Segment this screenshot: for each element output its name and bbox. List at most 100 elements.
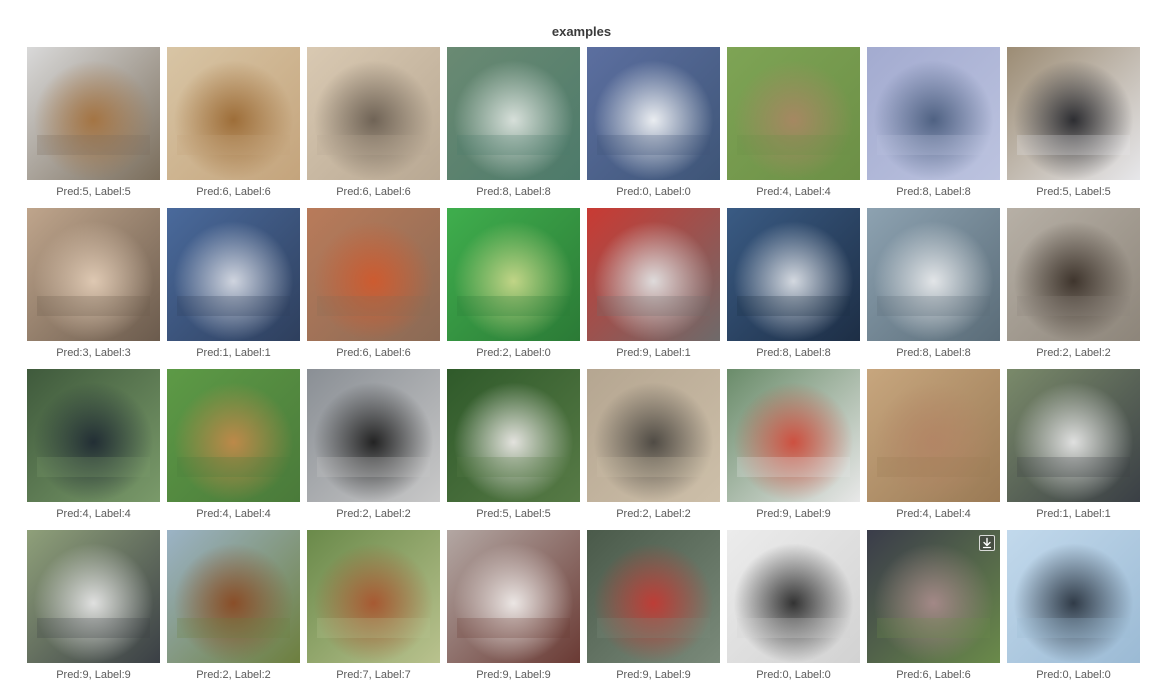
example-image[interactable] bbox=[587, 47, 720, 180]
image-caption: Pred:0, Label:0 bbox=[756, 669, 831, 681]
image-caption: Pred:2, Label:2 bbox=[196, 669, 271, 681]
image-caption: Pred:5, Label:5 bbox=[1036, 186, 1111, 198]
image-cell: Pred:3, Label:3 bbox=[27, 208, 160, 369]
download-icon[interactable] bbox=[979, 535, 995, 551]
example-image[interactable] bbox=[1007, 47, 1140, 180]
image-cell: Pred:7, Label:7 bbox=[307, 530, 440, 691]
example-image[interactable] bbox=[727, 530, 860, 663]
example-image[interactable] bbox=[867, 369, 1000, 502]
example-image[interactable] bbox=[167, 530, 300, 663]
image-grid: Pred:5, Label:5 Pred:6, Label:6 Pred:6, La… bbox=[27, 47, 1140, 691]
image-cell: Pred:6, Label:6 bbox=[867, 530, 1000, 691]
image-caption: Pred:0, Label:0 bbox=[616, 186, 691, 198]
image-caption: Pred:6, Label:6 bbox=[896, 669, 971, 681]
image-cell: Pred:2, Label:2 bbox=[587, 369, 720, 530]
image-cell: Pred:5, Label:5 bbox=[447, 369, 580, 530]
image-caption: Pred:8, Label:8 bbox=[476, 186, 551, 198]
example-image[interactable] bbox=[1007, 530, 1140, 663]
image-caption: Pred:9, Label:9 bbox=[476, 669, 551, 681]
image-caption: Pred:4, Label:4 bbox=[756, 186, 831, 198]
image-caption: Pred:1, Label:1 bbox=[1036, 508, 1111, 520]
example-image[interactable] bbox=[167, 369, 300, 502]
image-caption: Pred:9, Label:9 bbox=[756, 508, 831, 520]
panel-title: examples bbox=[551, 24, 612, 39]
image-cell: Pred:0, Label:0 bbox=[587, 47, 720, 208]
image-caption: Pred:5, Label:5 bbox=[476, 508, 551, 520]
example-image[interactable] bbox=[167, 208, 300, 341]
example-image[interactable] bbox=[1007, 369, 1140, 502]
example-image[interactable] bbox=[867, 47, 1000, 180]
image-cell: Pred:9, Label:9 bbox=[727, 369, 860, 530]
image-cell: Pred:6, Label:6 bbox=[307, 47, 440, 208]
image-cell: Pred:9, Label:9 bbox=[587, 530, 720, 691]
image-cell: Pred:4, Label:4 bbox=[27, 369, 160, 530]
image-cell: Pred:5, Label:5 bbox=[27, 47, 160, 208]
image-caption: Pred:3, Label:3 bbox=[56, 347, 131, 359]
example-image[interactable] bbox=[587, 208, 720, 341]
image-caption: Pred:2, Label:0 bbox=[476, 347, 551, 359]
image-cell: Pred:9, Label:1 bbox=[587, 208, 720, 369]
image-cell: Pred:9, Label:9 bbox=[27, 530, 160, 691]
image-cell: Pred:5, Label:5 bbox=[1007, 47, 1140, 208]
image-cell: Pred:1, Label:1 bbox=[167, 208, 300, 369]
image-cell: Pred:2, Label:2 bbox=[1007, 208, 1140, 369]
image-caption: Pred:4, Label:4 bbox=[56, 508, 131, 520]
image-caption: Pred:6, Label:6 bbox=[196, 186, 271, 198]
example-image[interactable] bbox=[27, 530, 160, 663]
image-caption: Pred:8, Label:8 bbox=[896, 186, 971, 198]
image-cell: Pred:2, Label:2 bbox=[167, 530, 300, 691]
image-caption: Pred:2, Label:2 bbox=[336, 508, 411, 520]
image-cell: Pred:1, Label:1 bbox=[1007, 369, 1140, 530]
image-cell: Pred:8, Label:8 bbox=[727, 208, 860, 369]
example-image[interactable] bbox=[727, 208, 860, 341]
image-caption: Pred:8, Label:8 bbox=[756, 347, 831, 359]
image-cell: Pred:6, Label:6 bbox=[307, 208, 440, 369]
image-cell: Pred:0, Label:0 bbox=[1007, 530, 1140, 691]
image-cell: Pred:4, Label:4 bbox=[867, 369, 1000, 530]
image-caption: Pred:9, Label:9 bbox=[616, 669, 691, 681]
image-cell: Pred:8, Label:8 bbox=[867, 208, 1000, 369]
image-cell: Pred:2, Label:2 bbox=[307, 369, 440, 530]
example-image[interactable] bbox=[307, 530, 440, 663]
image-caption: Pred:9, Label:1 bbox=[616, 347, 691, 359]
image-caption: Pred:5, Label:5 bbox=[56, 186, 131, 198]
image-caption: Pred:0, Label:0 bbox=[1036, 669, 1111, 681]
example-image[interactable] bbox=[307, 47, 440, 180]
example-image[interactable] bbox=[1007, 208, 1140, 341]
example-image[interactable] bbox=[27, 208, 160, 341]
example-image[interactable] bbox=[307, 369, 440, 502]
example-image[interactable] bbox=[587, 530, 720, 663]
example-image[interactable] bbox=[867, 530, 1000, 663]
image-cell: Pred:6, Label:6 bbox=[167, 47, 300, 208]
example-image[interactable] bbox=[867, 208, 1000, 341]
image-caption: Pred:2, Label:2 bbox=[616, 508, 691, 520]
example-image[interactable] bbox=[727, 369, 860, 502]
image-caption: Pred:8, Label:8 bbox=[896, 347, 971, 359]
example-image[interactable] bbox=[27, 369, 160, 502]
image-caption: Pred:2, Label:2 bbox=[1036, 347, 1111, 359]
image-cell: Pred:8, Label:8 bbox=[447, 47, 580, 208]
image-caption: Pred:4, Label:4 bbox=[896, 508, 971, 520]
image-cell: Pred:4, Label:4 bbox=[167, 369, 300, 530]
example-image[interactable] bbox=[727, 47, 860, 180]
example-image[interactable] bbox=[447, 47, 580, 180]
image-cell: Pred:9, Label:9 bbox=[447, 530, 580, 691]
image-cell: Pred:4, Label:4 bbox=[727, 47, 860, 208]
image-cell: Pred:8, Label:8 bbox=[867, 47, 1000, 208]
image-caption: Pred:1, Label:1 bbox=[196, 347, 271, 359]
image-caption: Pred:7, Label:7 bbox=[336, 669, 411, 681]
image-cell: Pred:0, Label:0 bbox=[727, 530, 860, 691]
example-image[interactable] bbox=[447, 369, 580, 502]
example-image[interactable] bbox=[307, 208, 440, 341]
media-panel: examples Pred:5, Label:5 Pred:6, Label:6 P… bbox=[0, 0, 1163, 685]
example-image[interactable] bbox=[447, 208, 580, 341]
example-image[interactable] bbox=[447, 530, 580, 663]
image-caption: Pred:6, Label:6 bbox=[336, 347, 411, 359]
image-caption: Pred:9, Label:9 bbox=[56, 669, 131, 681]
image-caption: Pred:6, Label:6 bbox=[336, 186, 411, 198]
example-image[interactable] bbox=[167, 47, 300, 180]
image-cell: Pred:2, Label:0 bbox=[447, 208, 580, 369]
example-image[interactable] bbox=[587, 369, 720, 502]
image-caption: Pred:4, Label:4 bbox=[196, 508, 271, 520]
example-image[interactable] bbox=[27, 47, 160, 180]
